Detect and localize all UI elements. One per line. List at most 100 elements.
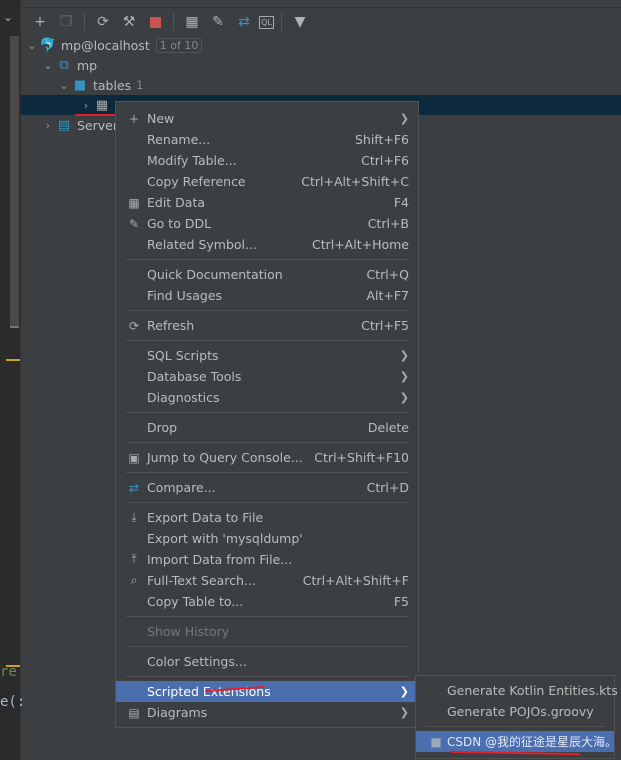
- stop-icon[interactable]: [144, 11, 166, 33]
- menu-item-drop[interactable]: Drop Delete: [116, 417, 418, 438]
- menu-item-diagnostics[interactable]: Diagnostics ❯: [116, 387, 418, 408]
- filter-icon[interactable]: ▼: [289, 11, 311, 33]
- menu-item-go-to-ddl[interactable]: ✎ Go to DDL Ctrl+B: [116, 213, 418, 234]
- chevron-down-icon[interactable]: ⌄: [25, 39, 39, 52]
- menu-item-shortcut: Delete: [367, 420, 409, 435]
- watermark: CSDN @我的征途是星辰大海。: [447, 735, 618, 749]
- database-toolbar: + ❐ ⟳ ⚒ ▦ ✎ ⇄ QL ▼: [21, 9, 621, 35]
- chevron-right-icon[interactable]: ›: [79, 99, 93, 112]
- menu-item-scripted-extensions[interactable]: Scripted Extensions ❯: [116, 681, 418, 702]
- schema-icon: ⧉: [59, 57, 69, 73]
- menu-item-shortcut: Ctrl+B: [367, 216, 409, 231]
- tree-node-tables[interactable]: ⌄ ■ tables 1: [21, 75, 621, 95]
- menu-separator: [116, 336, 418, 345]
- duplicate-icon[interactable]: ❐: [55, 11, 77, 33]
- edit-icon[interactable]: ✎: [207, 11, 229, 33]
- mysql-icon: 🐬: [39, 37, 57, 53]
- menu-item-diagrams[interactable]: ▤ Diagrams ❯: [116, 702, 418, 723]
- folder-icon: ■: [73, 77, 87, 93]
- menu-item-copy-reference[interactable]: Copy Reference Ctrl+Alt+Shift+C: [116, 171, 418, 192]
- tree-node-schema[interactable]: ⌄ ⧉ mp: [21, 55, 621, 75]
- left-editor-strip: ⌄ re e(:: [0, 0, 25, 760]
- menu-item-compare[interactable]: ⇄ Compare... Ctrl+D: [116, 477, 418, 498]
- menu-item-edit-data[interactable]: ▦ Edit Data F4: [116, 192, 418, 213]
- menu-item-label: Rename...: [147, 132, 211, 147]
- menu-item-jump-to-query-console[interactable]: ▣ Jump to Query Console... Ctrl+Shift+F10: [116, 447, 418, 468]
- menu-item-label: Export with 'mysqldump': [147, 531, 303, 546]
- chevron-down-icon[interactable]: ⌄: [41, 59, 55, 72]
- menu-item-label: Diagrams: [147, 705, 208, 720]
- menu-item-quick-documentation[interactable]: Quick Documentation Ctrl+Q: [116, 264, 418, 285]
- menu-item-label: Related Symbol...: [147, 237, 257, 252]
- menu-item-shortcut: Alt+F7: [366, 288, 409, 303]
- menu-item-export-with-mysqldump[interactable]: Export with 'mysqldump': [116, 528, 418, 549]
- menu-item-new[interactable]: + New ❯: [116, 108, 418, 129]
- chevron-down-icon[interactable]: ⌄: [57, 79, 71, 92]
- menu-item-full-text-search[interactable]: ⌕ Full-Text Search... Ctrl+Alt+Shift+F: [116, 570, 418, 591]
- table-icon[interactable]: ▦: [181, 11, 203, 33]
- db-tools-icon[interactable]: ⚒: [118, 11, 140, 33]
- menu-item-shortcut: F5: [393, 594, 409, 609]
- server-label: Server: [77, 117, 118, 133]
- table-icon: ▦: [95, 97, 109, 113]
- menu-item-related-symbol[interactable]: Related Symbol... Ctrl+Alt+Home: [116, 234, 418, 255]
- menu-item-modify-table[interactable]: Modify Table... Ctrl+F6: [116, 150, 418, 171]
- import-icon: ⤒: [131, 552, 137, 566]
- menu-separator: [116, 642, 418, 651]
- menu-item-database-tools[interactable]: Database Tools ❯: [116, 366, 418, 387]
- connection-badge: 1 of 10: [155, 37, 203, 53]
- menu-item-copy-table-to[interactable]: Copy Table to... F5: [116, 591, 418, 612]
- menu-item-label: Copy Table to...: [147, 594, 244, 609]
- menu-item-shortcut: Ctrl+Alt+Shift+C: [301, 174, 409, 189]
- menu-item-generate-pojos[interactable]: Generate POJOs.groovy: [416, 701, 614, 722]
- tree-node-connection[interactable]: ⌄ 🐬 mp@localhost 1 of 10: [21, 35, 621, 55]
- menu-separator: [116, 498, 418, 507]
- menu-item-sql-scripts[interactable]: SQL Scripts ❯: [116, 345, 418, 366]
- edit-icon: ✎: [128, 216, 140, 231]
- console-icon: ▣: [128, 450, 140, 465]
- menu-item-label: Find Usages: [147, 288, 223, 303]
- menu-item-label: Edit Data: [147, 195, 206, 210]
- menu-item-label: Go to DDL: [147, 216, 212, 231]
- context-menu: + New ❯ Rename... Shift+F6 Modify Table... Ctr…: [115, 101, 419, 728]
- menu-item-shortcut: Ctrl+F5: [361, 318, 409, 333]
- chevron-right-icon: ❯: [399, 349, 409, 362]
- chevron-right-icon[interactable]: ›: [41, 119, 55, 132]
- menu-item-label: Refresh: [147, 318, 195, 333]
- menu-item-label: Scripted Extensions: [147, 684, 271, 699]
- refresh-icon[interactable]: ⟳: [92, 11, 114, 33]
- chevron-right-icon: ❯: [399, 112, 409, 125]
- menu-separator: [116, 438, 418, 447]
- refresh-icon: ⟳: [128, 318, 140, 333]
- menu-item-import-data-from-file[interactable]: ⤒ Import Data from File...: [116, 549, 418, 570]
- menu-item-label: New: [147, 111, 175, 126]
- menu-item-export-data-to-file[interactable]: ⤓ Export Data to File: [116, 507, 418, 528]
- menu-item-label: Compare...: [147, 480, 216, 495]
- chevron-down-icon[interactable]: ⌄: [3, 10, 13, 24]
- menu-item-label: Show History: [147, 624, 230, 639]
- plus-icon: +: [128, 111, 140, 126]
- menu-item-rename[interactable]: Rename... Shift+F6: [116, 129, 418, 150]
- menu-item-shortcut: Shift+F6: [354, 132, 409, 147]
- menu-separator: [116, 672, 418, 681]
- menu-item-generate-kotlin[interactable]: Generate Kotlin Entities.kts: [416, 680, 618, 701]
- add-icon[interactable]: +: [29, 11, 51, 33]
- compare-icon[interactable]: ⇄: [233, 11, 255, 33]
- menu-item-show-history: Show History: [116, 621, 418, 642]
- search-icon: ⌕: [130, 573, 138, 587]
- menu-separator: [116, 306, 418, 315]
- menu-separator: [116, 408, 418, 417]
- connection-label: mp@localhost: [61, 37, 150, 53]
- scrollbar-thumb[interactable]: [10, 36, 19, 328]
- menu-item-color-settings[interactable]: Color Settings...: [116, 651, 418, 672]
- export-icon: ⤓: [131, 510, 137, 524]
- menu-item-find-usages[interactable]: Find Usages Alt+F7: [116, 285, 418, 306]
- compare-icon: ⇄: [128, 480, 140, 495]
- menu-item-label: Drop: [147, 420, 178, 435]
- menu-item-shortcut: F4: [393, 195, 409, 210]
- console-icon[interactable]: QL: [259, 15, 274, 29]
- menu-item-shortcut: Ctrl+D: [366, 480, 409, 495]
- menu-item-refresh[interactable]: ⟳ Refresh Ctrl+F5: [116, 315, 418, 336]
- chevron-right-icon: ❯: [399, 391, 409, 404]
- diagram-icon: ▤: [128, 705, 140, 720]
